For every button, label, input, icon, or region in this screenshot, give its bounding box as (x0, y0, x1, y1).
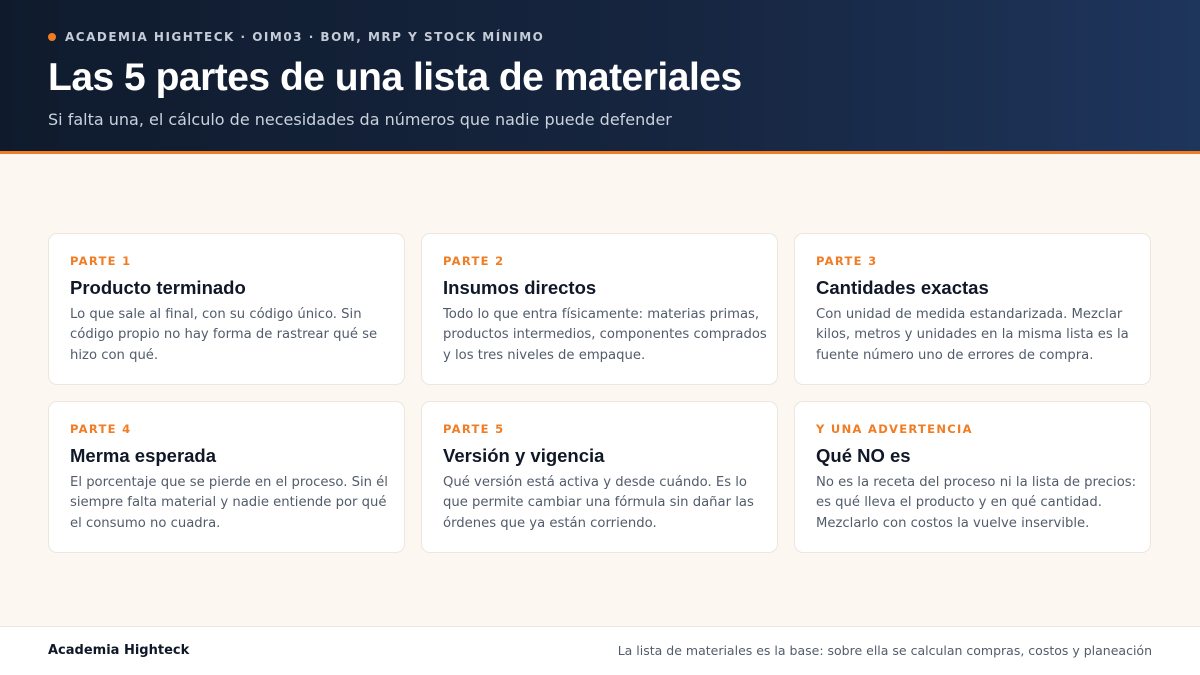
card-body-line: es qué lleva el producto y en qué cantid… (816, 495, 1102, 511)
card-title: Insumos directos (443, 277, 597, 298)
card-body-line: kilos, metros y unidades en la misma lis… (816, 327, 1129, 343)
card-kicker: PARTE 1 (70, 254, 132, 268)
header-kicker-text: ACADEMIA HIGHTECK · OIM03 · BOM, MRP Y S… (65, 30, 545, 44)
card-body-line: Mezclarlo con costos la vuelve inservibl… (816, 515, 1090, 531)
card-body: No es la receta del proceso ni la lista … (816, 473, 1137, 534)
page-title: Las 5 partes de una lista de materiales (48, 56, 742, 99)
card-parte-4: PARTE 4 Merma esperada El porcentaje que… (48, 401, 405, 553)
card-title: Merma esperada (70, 445, 217, 466)
card-kicker: PARTE 4 (70, 422, 132, 436)
card-parte-3: PARTE 3 Cantidades exactas Con unidad de… (794, 233, 1151, 385)
header-kicker: ACADEMIA HIGHTECK · OIM03 · BOM, MRP Y S… (48, 30, 544, 44)
card-body-line: el consumo no cuadra. (70, 515, 221, 531)
card-kicker: PARTE 2 (443, 254, 505, 268)
card-body-line: y los tres niveles de empaque. (443, 347, 646, 363)
card-body-line: siempre falta material y nadie entiende … (70, 495, 387, 511)
card-parte-2: PARTE 2 Insumos directos Todo lo que ent… (421, 233, 778, 385)
card-title: Versión y vigencia (443, 445, 605, 466)
card-body-line: órdenes que ya están corriendo. (443, 515, 657, 531)
card-body-line: Lo que sale al final, con su código únic… (70, 307, 362, 322)
card-body-line: El porcentaje que se pierde en el proces… (70, 475, 388, 490)
card-body-line: Con unidad de medida estandarizada. Mezc… (816, 307, 1123, 322)
card-body: Lo que sale al final, con su código únic… (70, 305, 384, 366)
card-parte-1: PARTE 1 Producto terminado Lo que sale a… (48, 233, 405, 385)
card-parte-5: PARTE 5 Versión y vigencia Qué versión e… (421, 401, 778, 553)
card-body: El porcentaje que se pierde en el proces… (70, 473, 388, 534)
card-title: Cantidades exactas (816, 277, 989, 298)
card-body-line: productos intermedios, componentes compr… (443, 327, 767, 343)
card-body: Con unidad de medida estandarizada. Mezc… (816, 305, 1130, 366)
bullet-dot-icon (48, 33, 56, 41)
card-body-line: No es la receta del proceso ni la lista … (816, 475, 1137, 490)
card-body-line: Todo lo que entra físicamente: materias … (443, 307, 760, 322)
card-kicker: PARTE 5 (443, 422, 505, 436)
footer-note: La lista de materiales es la base: sobre… (617, 643, 1152, 658)
card-body-line: que permite cambiar una fórmula sin daña… (443, 495, 754, 511)
header-banner: ACADEMIA HIGHTECK · OIM03 · BOM, MRP Y S… (0, 0, 1200, 151)
card-title: Producto terminado (70, 277, 246, 298)
card-body-line: hizo con qué. (70, 347, 159, 363)
card-body: Qué versión está activa y desde cuándo. … (443, 473, 757, 534)
card-title: Qué NO es (816, 445, 911, 466)
page-subtitle: Si falta una, el cálculo de necesidades … (48, 110, 672, 129)
card-body-line: Qué versión está activa y desde cuándo. … (443, 475, 748, 490)
header-accent-rule (0, 151, 1200, 154)
card-body-line: código propio no hay forma de rastrear q… (70, 327, 378, 343)
card-kicker: Y UNA ADVERTENCIA (816, 422, 973, 436)
footer-brand: Academia Highteck (48, 643, 190, 658)
footer: Academia Highteck La lista de materiales… (0, 626, 1200, 675)
card-body: Todo lo que entra físicamente: materias … (443, 305, 767, 366)
card-kicker: PARTE 3 (816, 254, 878, 268)
card-body-line: fuente número uno de errores de compra. (816, 347, 1094, 363)
card-advertencia: Y UNA ADVERTENCIA Qué NO es No es la rec… (794, 401, 1151, 553)
